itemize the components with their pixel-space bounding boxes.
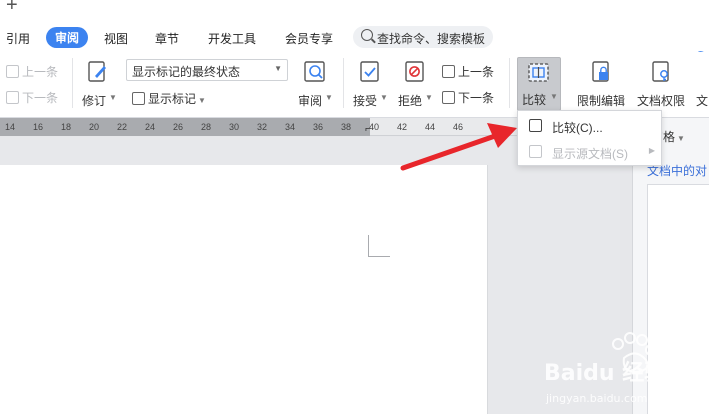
source-document-icon bbox=[529, 145, 542, 158]
search-placeholder: 查找命令、搜索模板 bbox=[377, 32, 486, 46]
ruler-tick: 16 bbox=[33, 122, 44, 132]
compare-menu-item-show-source[interactable]: 显示源文档(S) ▶ bbox=[518, 140, 663, 164]
track-changes-button[interactable]: 修订 ▼ bbox=[80, 58, 120, 112]
show-markup-button[interactable]: 显示标记 ▼ bbox=[132, 90, 206, 107]
previous-change-label: 上一条 bbox=[458, 65, 495, 79]
menu-developer-tools[interactable]: 开发工具 bbox=[208, 30, 256, 47]
command-search[interactable]: 查找命令、搜索模板 bbox=[353, 26, 493, 48]
compare-button[interactable]: 比较 ▼ bbox=[517, 57, 561, 111]
chevron-right-icon: ▶ bbox=[648, 146, 655, 155]
menu-section[interactable]: 章节 bbox=[155, 30, 179, 47]
ruler-tick: 40 bbox=[369, 122, 380, 132]
previous-change-button[interactable]: 上一条 bbox=[442, 63, 494, 80]
markup-state-select[interactable]: 显示标记的最终状态 ▼ bbox=[126, 59, 288, 81]
track-changes-icon bbox=[88, 61, 106, 82]
ruler-tick: 28 bbox=[201, 122, 212, 132]
ruler-tick: 18 bbox=[61, 122, 72, 132]
chevron-down-icon: ▼ bbox=[550, 92, 558, 101]
chevron-down-icon: ▼ bbox=[198, 96, 206, 105]
ruler-tick: 14 bbox=[5, 122, 16, 132]
review-ribbon: 上一条 下一条 修订 ▼ 显示标记的最终状态 ▼ 显示标记 ▼ 审阅 ▼ 接受 … bbox=[0, 52, 709, 118]
separator bbox=[343, 58, 344, 108]
chevron-down-icon: ▼ bbox=[109, 93, 117, 102]
document-overflow-label[interactable]: 文 bbox=[696, 92, 708, 109]
compare-menu-item-compare[interactable]: 比较(C)... bbox=[518, 114, 663, 138]
document-permissions-label: 文档权限 bbox=[637, 94, 686, 108]
separator bbox=[509, 58, 510, 108]
reject-label: 拒绝 bbox=[398, 94, 423, 108]
previous-comment-icon bbox=[6, 65, 19, 78]
menu-view[interactable]: 视图 bbox=[104, 30, 128, 47]
compare-menu: 比较(C)... 显示源文档(S) ▶ bbox=[517, 110, 662, 166]
track-changes-label: 修订 bbox=[82, 94, 107, 108]
accept-button[interactable]: 接受 ▼ bbox=[352, 58, 390, 112]
compare-small-icon bbox=[529, 119, 542, 132]
permissions-icon bbox=[652, 61, 669, 82]
ruler-tick: 38 bbox=[341, 122, 352, 132]
ruler-tick: 20 bbox=[89, 122, 100, 132]
annotation-arrow-icon bbox=[400, 123, 517, 171]
reject-icon bbox=[405, 61, 424, 82]
previous-comment-label: 上一条 bbox=[22, 65, 59, 79]
ruler-tick: 34 bbox=[285, 122, 296, 132]
document-canvas bbox=[0, 137, 620, 414]
chevron-down-icon: ▼ bbox=[274, 64, 282, 73]
show-markup-label: 显示标记 bbox=[148, 92, 197, 106]
search-icon bbox=[361, 29, 373, 41]
next-comment-icon bbox=[6, 91, 19, 104]
previous-change-icon bbox=[442, 65, 455, 78]
ruler-tick: 22 bbox=[117, 122, 128, 132]
menu-review[interactable]: 审阅 bbox=[46, 27, 89, 48]
next-comment-button[interactable]: 下一条 bbox=[6, 89, 58, 106]
show-source-label: 显示源文档(S) bbox=[552, 147, 628, 161]
document-page[interactable] bbox=[0, 165, 488, 414]
previous-comment-button[interactable]: 上一条 bbox=[6, 63, 58, 80]
next-change-label: 下一条 bbox=[458, 91, 495, 105]
review-pane-button[interactable]: 审阅 ▼ bbox=[296, 58, 336, 112]
separator bbox=[72, 58, 73, 108]
review-pane-label: 审阅 bbox=[298, 94, 323, 108]
review-pane-icon bbox=[304, 61, 325, 82]
compare-label: 比较 bbox=[522, 93, 547, 107]
baidu-jingyan-watermark: Baidu 经验 jingyan.baidu.com bbox=[544, 332, 666, 405]
compare-icon bbox=[528, 63, 549, 82]
compare-menu-label: 比较(C)... bbox=[552, 121, 603, 135]
title-bar: + bbox=[0, 0, 709, 22]
show-markup-icon bbox=[132, 92, 145, 105]
lock-document-icon bbox=[592, 61, 609, 82]
reject-button[interactable]: 拒绝 ▼ bbox=[397, 58, 435, 112]
next-change-button[interactable]: 下一条 bbox=[442, 89, 494, 106]
menu-bar: 引用 审阅 视图 章节 开发工具 会员专享 查找命令、搜索模板 bbox=[0, 22, 709, 62]
ruler-tick: 30 bbox=[229, 122, 240, 132]
menu-member-exclusive[interactable]: 会员专享 bbox=[285, 30, 333, 47]
restrict-editing-label: 限制编辑 bbox=[577, 94, 626, 108]
watermark-brand: Baidu 经验 bbox=[544, 360, 666, 386]
chevron-down-icon: ▼ bbox=[380, 93, 388, 102]
margin-corner-mark bbox=[368, 235, 390, 257]
ruler-tick: 26 bbox=[173, 122, 184, 132]
next-comment-label: 下一条 bbox=[22, 91, 59, 105]
ruler-tick: 32 bbox=[257, 122, 268, 132]
chevron-down-icon: ▼ bbox=[425, 93, 433, 102]
watermark-url: jingyan.baidu.com bbox=[545, 392, 648, 405]
new-tab-button[interactable]: + bbox=[6, 0, 18, 16]
menu-references[interactable]: 引用 bbox=[6, 30, 30, 47]
ruler-tick: 36 bbox=[313, 122, 324, 132]
chevron-down-icon: ▼ bbox=[325, 93, 333, 102]
accept-label: 接受 bbox=[353, 94, 378, 108]
markup-state-value: 显示标记的最终状态 bbox=[132, 65, 241, 79]
next-change-icon bbox=[442, 91, 455, 104]
accept-icon bbox=[360, 61, 379, 82]
restrict-editing-button[interactable]: 限制编辑 bbox=[576, 58, 628, 112]
document-permissions-button[interactable]: 文档权限 bbox=[636, 58, 688, 112]
ruler-tick: 24 bbox=[145, 122, 156, 132]
